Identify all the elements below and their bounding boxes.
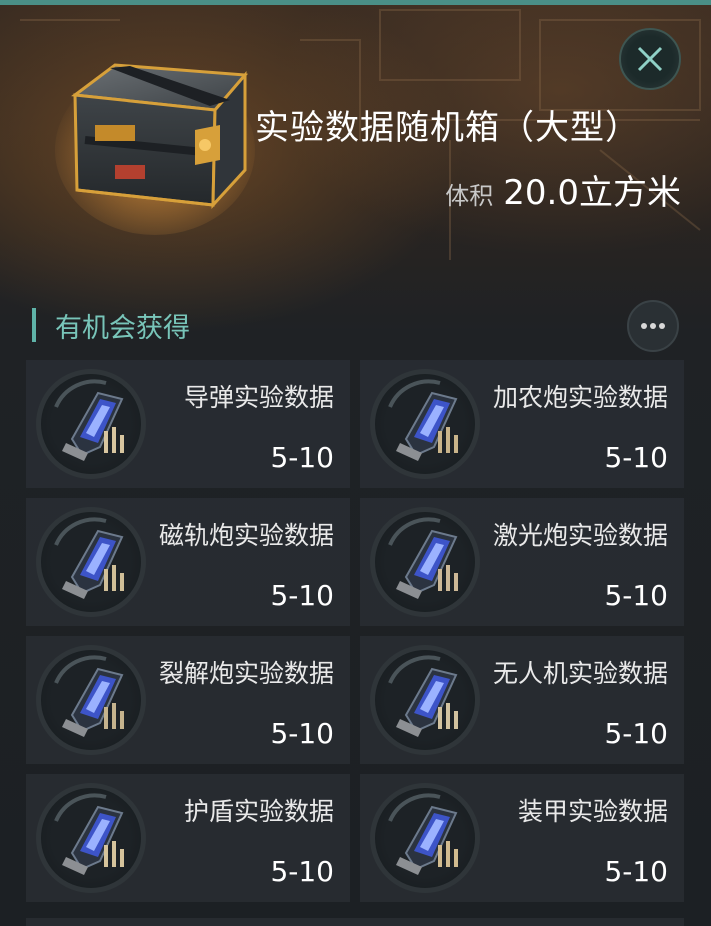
shield-data-icon: [36, 783, 146, 893]
laser-data-icon: [370, 507, 480, 617]
close-icon: [637, 46, 663, 72]
item-title: 实验数据随机箱（大型）: [255, 108, 640, 148]
reward-quantity-range: 5-10: [270, 441, 334, 474]
drone-data-icon: [370, 645, 480, 755]
next-row-edge: [26, 918, 684, 926]
reward-name: 激光炮实验数据: [492, 521, 668, 550]
reward-quantity-range: 5-10: [604, 717, 668, 750]
item-detail-panel: 实验数据随机箱（大型） 体积 20.0立方米 有机会获得 导弹实验数据 5-10 加…: [0, 0, 711, 926]
reward-name: 加农炮实验数据: [492, 383, 668, 412]
reward-quantity-range: 5-10: [604, 855, 668, 888]
close-button[interactable]: [619, 28, 681, 90]
reward-quantity-range: 5-10: [604, 579, 668, 612]
reward-item[interactable]: 激光炮实验数据 5-10: [360, 498, 684, 626]
loot-crate-image: [55, 63, 255, 235]
section-title: 有机会获得: [55, 313, 190, 344]
reward-item[interactable]: 护盾实验数据 5-10: [26, 774, 350, 902]
volume-info: 体积 20.0立方米: [445, 165, 681, 214]
armor-data-icon: [370, 783, 480, 893]
reward-quantity-range: 5-10: [270, 717, 334, 750]
reward-item[interactable]: 装甲实验数据 5-10: [360, 774, 684, 902]
reward-quantity-range: 5-10: [270, 579, 334, 612]
reward-name: 护盾实验数据: [183, 797, 334, 826]
more-icon: [641, 323, 665, 329]
reward-item[interactable]: 导弹实验数据 5-10: [26, 360, 350, 488]
reward-item[interactable]: 磁轨炮实验数据 5-10: [26, 498, 350, 626]
reward-item[interactable]: 无人机实验数据 5-10: [360, 636, 684, 764]
reward-name: 装甲实验数据: [517, 797, 668, 826]
railgun-data-icon: [36, 507, 146, 617]
missile-data-icon: [36, 369, 146, 479]
more-button[interactable]: [627, 300, 679, 352]
section-marker: [32, 308, 36, 342]
reward-name: 无人机实验数据: [492, 659, 668, 688]
reward-quantity-range: 5-10: [604, 441, 668, 474]
cannon-data-icon: [370, 369, 480, 479]
reward-item[interactable]: 加农炮实验数据 5-10: [360, 360, 684, 488]
volume-value: 20.0立方米: [503, 173, 681, 213]
reward-name: 导弹实验数据: [183, 383, 334, 412]
volume-label: 体积: [445, 182, 494, 210]
reward-quantity-range: 5-10: [270, 855, 334, 888]
pyrolysis-data-icon: [36, 645, 146, 755]
reward-item[interactable]: 裂解炮实验数据 5-10: [26, 636, 350, 764]
reward-name: 磁轨炮实验数据: [158, 521, 334, 550]
reward-name: 裂解炮实验数据: [158, 659, 334, 688]
